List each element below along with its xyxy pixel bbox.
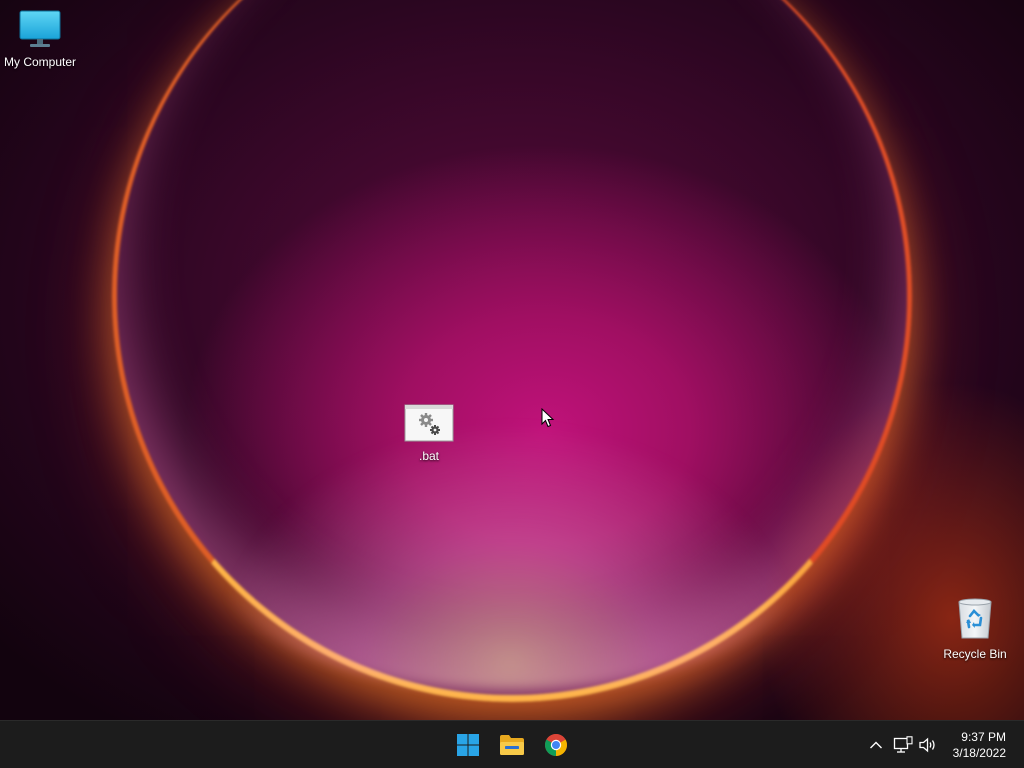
- wallpaper-glow: [210, 420, 810, 690]
- taskbar: 9:37 PM 3/18/2022: [0, 720, 1024, 768]
- network-button[interactable]: [893, 735, 913, 755]
- chevron-up-icon: [870, 741, 882, 749]
- file-explorer-button[interactable]: [494, 727, 530, 763]
- network-icon: [893, 736, 913, 753]
- batch-file-gears-icon: [404, 404, 454, 442]
- recycle-bin-icon: [958, 598, 992, 639]
- clock-date: 3/18/2022: [952, 746, 1006, 760]
- chrome-icon: [545, 734, 567, 756]
- folder-icon: [500, 735, 524, 755]
- show-hidden-icons-button[interactable]: [866, 735, 886, 755]
- clock-time: 9:37 PM: [961, 730, 1006, 744]
- desktop-icon-bat-file[interactable]: .bat: [389, 404, 469, 463]
- taskbar-clock[interactable]: 9:37 PM 3/18/2022: [953, 729, 1006, 761]
- desktop: My Computer .bat Recycle Bin: [0, 0, 1024, 720]
- volume-button[interactable]: [918, 735, 938, 755]
- monitor-icon: [19, 10, 61, 47]
- chrome-button[interactable]: [538, 727, 574, 763]
- mouse-pointer-icon: [541, 408, 555, 428]
- desktop-icon-recycle-bin[interactable]: Recycle Bin: [935, 596, 1015, 661]
- desktop-icon-my-computer[interactable]: My Computer: [0, 8, 80, 69]
- desktop-icon-label: My Computer: [3, 55, 77, 69]
- desktop-icon-label: Recycle Bin: [943, 647, 1007, 661]
- start-button[interactable]: [450, 727, 486, 763]
- wallpaper-warm-light: [760, 380, 1024, 720]
- volume-icon: [919, 737, 935, 753]
- desktop-icon-label: .bat: [418, 449, 439, 463]
- windows-logo-icon: [457, 734, 479, 756]
